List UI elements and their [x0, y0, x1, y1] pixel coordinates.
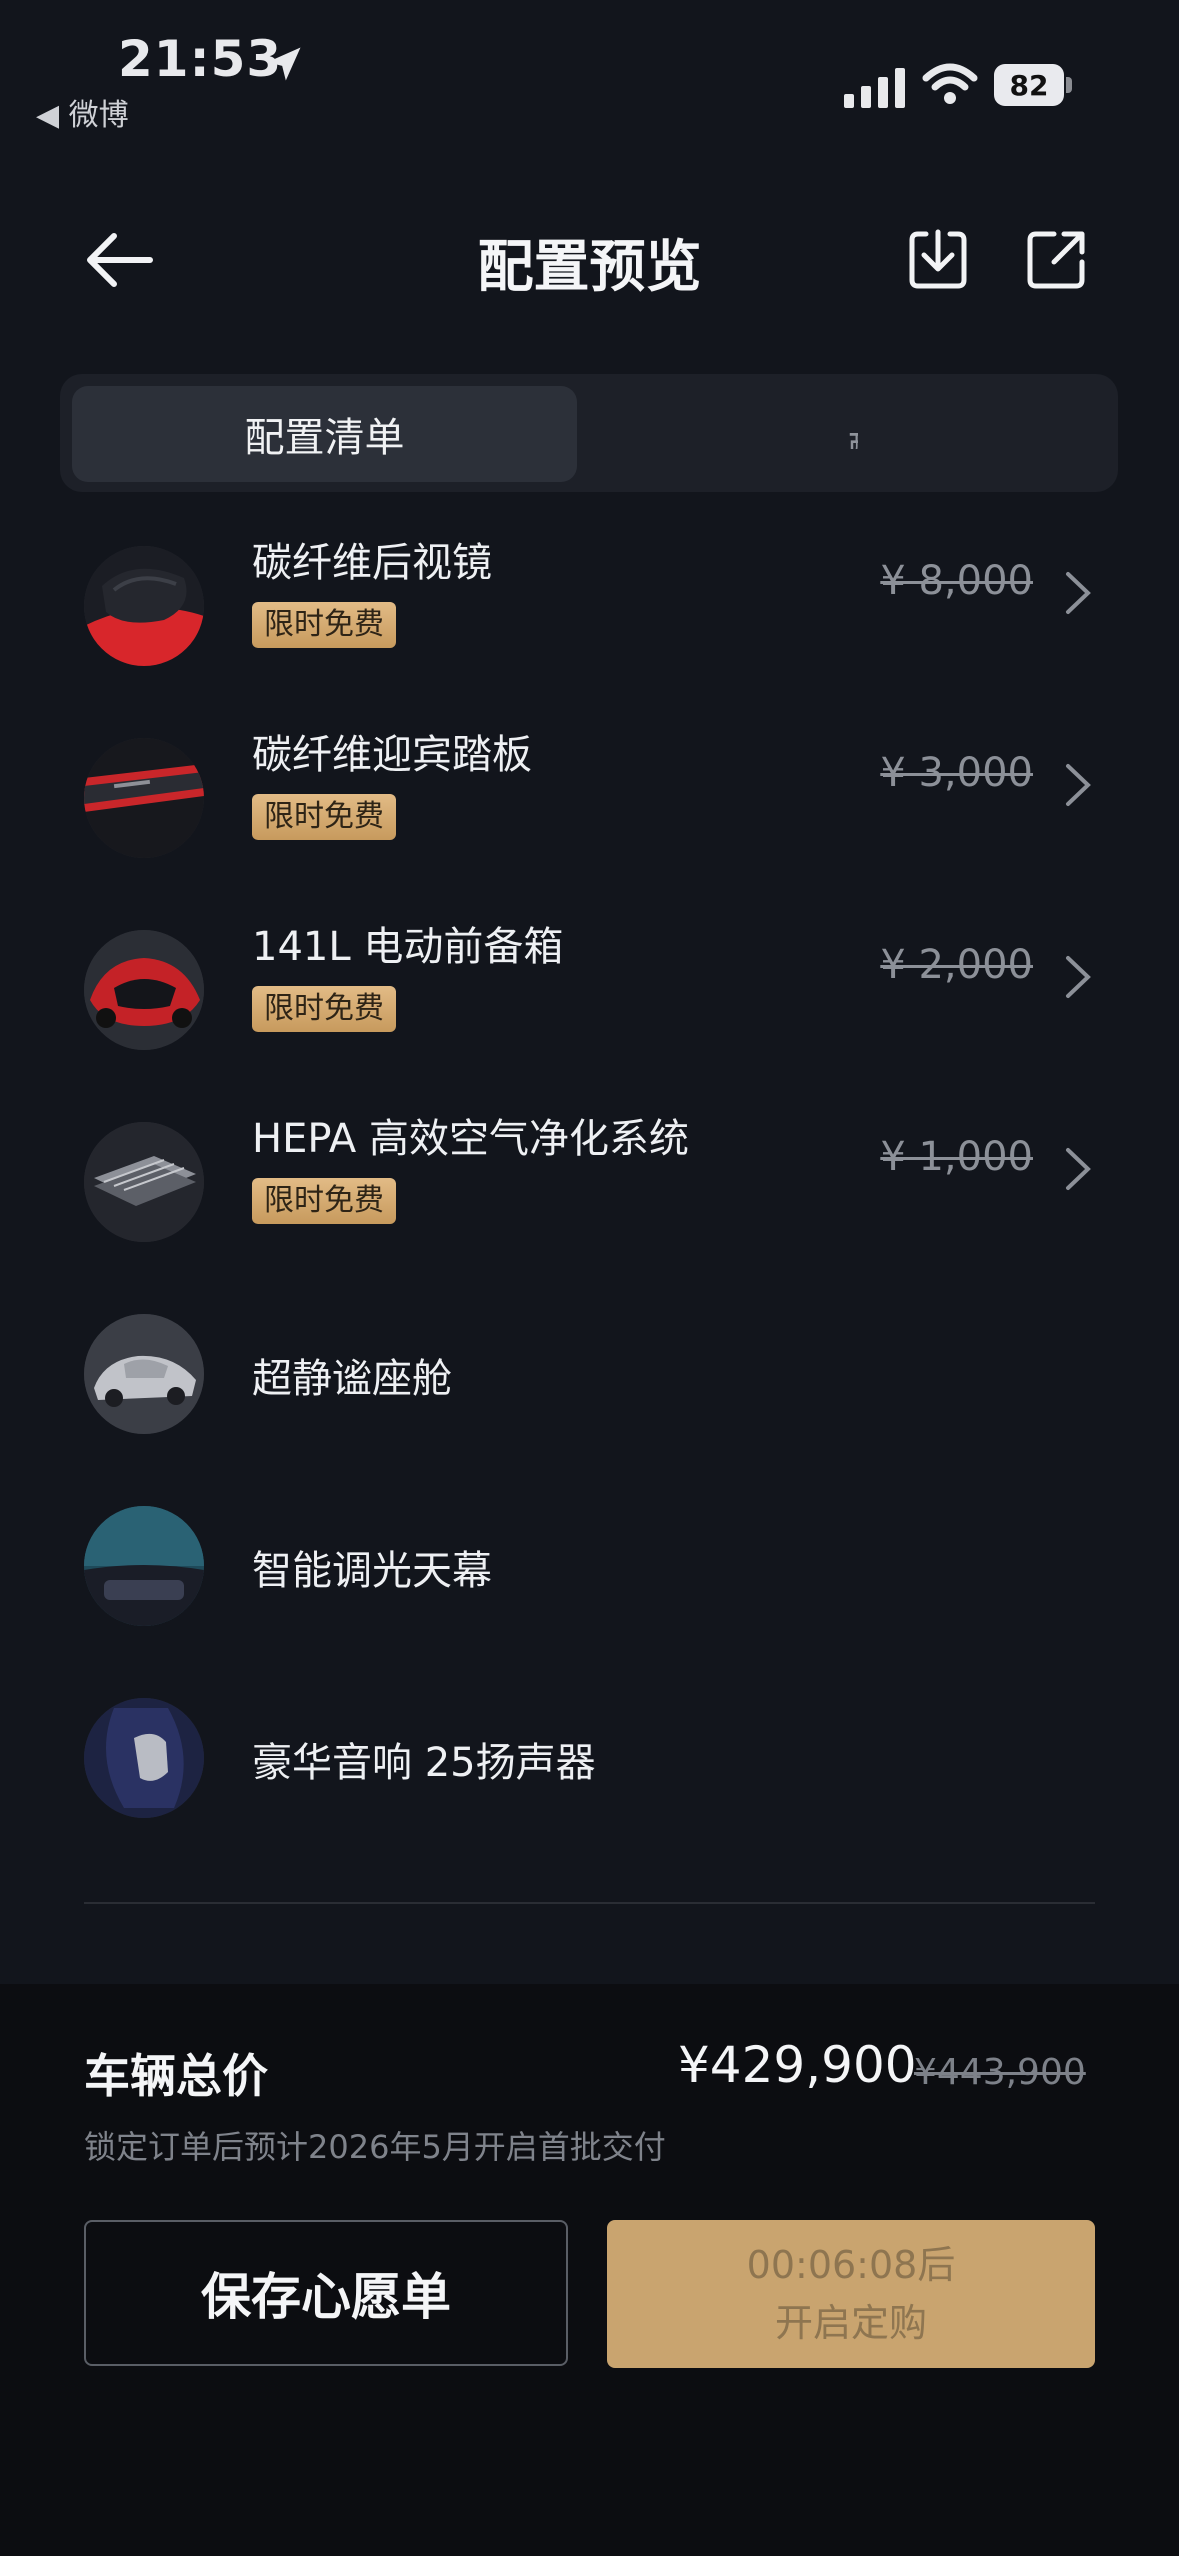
list-item-carbon-mirror[interactable]: 碳纤维后视镜 限时免费 ¥ 8,000 [0, 510, 1179, 702]
start-order-label: 开启定购 [774, 2301, 927, 2345]
list-item-premium-audio: 豪华音响 25扬声器 [0, 1662, 1179, 1854]
list-item-smart-sunroof: 智能调光天幕 [0, 1470, 1179, 1662]
item-name: 超静谧座舱 [252, 1356, 452, 1402]
countdown-timer: 00:06:08后 [746, 2243, 956, 2287]
free-badge: 限时免费 [252, 986, 396, 1032]
item-name: 碳纤维迎宾踏板 [252, 732, 532, 778]
premium-audio-thumbnail [84, 1698, 204, 1818]
original-price: ¥443,900 [914, 2052, 1086, 2093]
carbon-mirror-thumbnail [84, 546, 204, 666]
tab-config-image-label: 配置图 [848, 419, 858, 449]
back-to-app-link[interactable]: ◀ 微博 [36, 90, 129, 134]
strikethrough-price: ¥ 3,000 [880, 750, 1033, 796]
free-badge: 限时免费 [252, 602, 396, 648]
chevron-right-icon [1066, 956, 1091, 998]
front-trunk-thumbnail [84, 930, 204, 1050]
tab-config-list[interactable]: 配置清单 [72, 386, 577, 482]
list-item-front-trunk[interactable]: 141L 电动前备箱 限时免费 ¥ 2,000 [0, 894, 1179, 1086]
quiet-cabin-thumbnail [84, 1314, 204, 1434]
carbon-sill-thumbnail [84, 738, 204, 858]
tab-config-image[interactable]: 配置图 [600, 386, 1105, 482]
list-item-quiet-cabin: 超静谧座舱 [0, 1278, 1179, 1470]
list-item-carbon-sill[interactable]: 碳纤维迎宾踏板 限时免费 ¥ 3,000 [0, 702, 1179, 894]
delivery-note: 锁定订单后预计2026年5月开启首批交付 [84, 2128, 666, 2166]
save-wishlist-button[interactable]: 保存心愿单 [84, 2220, 568, 2366]
cellular-signal-icon [844, 68, 905, 108]
item-name: 碳纤维后视镜 [252, 540, 492, 586]
download-icon[interactable] [906, 228, 970, 292]
item-name: 智能调光天幕 [252, 1548, 492, 1594]
item-name: HEPA 高效空气净化系统 [252, 1116, 689, 1162]
list-item-hepa[interactable]: HEPA 高效空气净化系统 限时免费 ¥ 1,000 [0, 1086, 1179, 1278]
battery-icon: 82 [994, 64, 1074, 106]
status-time: 21:53 [118, 30, 283, 88]
location-arrow-icon [267, 47, 301, 81]
page-title: 配置预览 [477, 235, 702, 300]
free-badge: 限时免费 [252, 1178, 396, 1224]
start-order-button[interactable]: 00:06:08后 开启定购 [607, 2220, 1095, 2368]
item-name: 豪华音响 25扬声器 [252, 1740, 596, 1786]
total-price-label: 车辆总价 [84, 2049, 268, 2103]
list-divider [84, 1902, 1095, 1904]
chevron-right-icon [1066, 764, 1091, 806]
total-price: ¥429,900 [678, 2036, 917, 2094]
share-icon[interactable] [1024, 228, 1088, 292]
hepa-thumbnail [84, 1122, 204, 1242]
strikethrough-price: ¥ 1,000 [880, 1134, 1033, 1180]
free-badge: 限时免费 [252, 794, 396, 840]
strikethrough-price: ¥ 2,000 [880, 942, 1033, 988]
chevron-right-icon [1066, 1148, 1091, 1190]
wifi-icon [922, 63, 978, 104]
item-name: 141L 电动前备箱 [252, 924, 564, 970]
battery-level: 82 [994, 64, 1064, 106]
smart-sunroof-thumbnail [84, 1506, 204, 1626]
chevron-right-icon [1066, 572, 1091, 614]
strikethrough-price: ¥ 8,000 [880, 558, 1033, 604]
